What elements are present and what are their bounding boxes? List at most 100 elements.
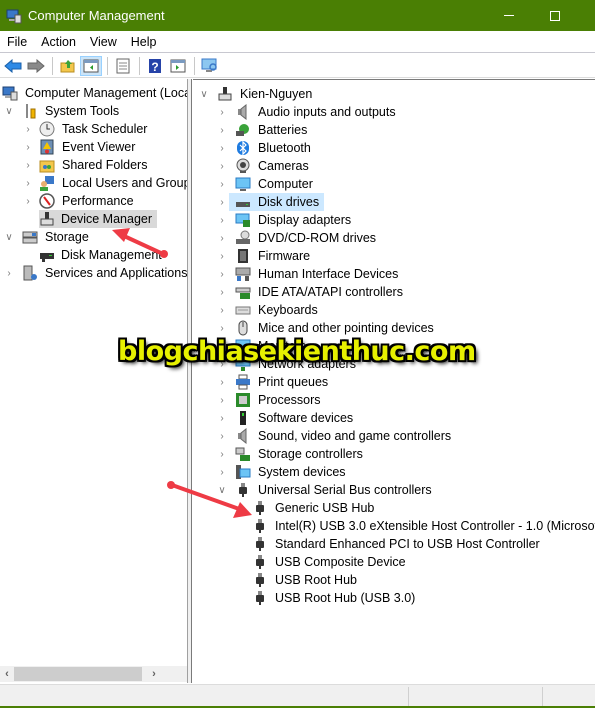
- keyboard-icon: [235, 302, 251, 318]
- chevron-right-icon[interactable]: ›: [215, 301, 229, 319]
- chevron-right-icon[interactable]: ›: [215, 193, 229, 211]
- forward-button[interactable]: [25, 56, 47, 76]
- chevron-down-icon[interactable]: ∨: [197, 85, 211, 103]
- tree-item-local-users-and-groups[interactable]: › Local Users and Groups: [21, 174, 187, 192]
- chevron-right-icon[interactable]: ›: [21, 120, 35, 138]
- device-category-storage-controllers[interactable]: › Storage controllers: [215, 445, 368, 463]
- device-category-keyboards[interactable]: › Keyboards: [215, 301, 323, 319]
- chevron-right-icon[interactable]: ›: [215, 175, 229, 193]
- chevron-right-icon[interactable]: ›: [215, 463, 229, 481]
- row-content: Display adapters: [229, 211, 356, 229]
- tree-item-shared-folders[interactable]: › Shared Folders: [21, 156, 149, 174]
- help-button[interactable]: ?: [144, 56, 166, 76]
- device-category-ide-ata-atapi-controllers[interactable]: › IDE ATA/ATAPI controllers: [215, 283, 408, 301]
- tree-item-system-tools[interactable]: ∨ System Tools: [2, 102, 121, 120]
- device-tree-root[interactable]: ∨ Kien-Nguyen: [197, 85, 317, 103]
- chevron-down-icon[interactable]: ∨: [2, 102, 16, 120]
- scroll-left-icon[interactable]: ‹: [0, 666, 14, 682]
- tree-item-disk-management[interactable]: Disk Management: [39, 246, 164, 264]
- tree-item-performance[interactable]: › Performance: [21, 192, 136, 210]
- chevron-right-icon[interactable]: ›: [215, 391, 229, 409]
- window-title: Computer Management: [28, 8, 165, 23]
- device-category-software-devices[interactable]: › Software devices: [215, 409, 358, 427]
- device-category-mice-and-other-pointing-devices[interactable]: › Mice and other pointing devices: [215, 319, 439, 337]
- device-category-firmware[interactable]: › Firmware: [215, 247, 315, 265]
- chevron-right-icon[interactable]: ›: [215, 283, 229, 301]
- chevron-right-icon[interactable]: ›: [215, 445, 229, 463]
- tree-item-label: Computer Management (Local: [25, 86, 188, 100]
- chevron-right-icon[interactable]: ›: [215, 157, 229, 175]
- pane-splitter[interactable]: [188, 79, 192, 683]
- chevron-right-icon[interactable]: ›: [2, 264, 16, 282]
- back-button[interactable]: [2, 56, 24, 76]
- device-category-audio-inputs-and-outputs[interactable]: › Audio inputs and outputs: [215, 103, 401, 121]
- scrollbar-thumb[interactable]: [14, 667, 142, 681]
- device-category-display-adapters[interactable]: › Display adapters: [215, 211, 356, 229]
- tree-item-label: Cameras: [258, 159, 309, 173]
- device-category-universal-serial-bus-controllers[interactable]: ∨ Universal Serial Bus controllers: [215, 481, 437, 499]
- usb-device-item[interactable]: USB Composite Device: [252, 553, 411, 571]
- usb-device-item[interactable]: Generic USB Hub: [252, 499, 379, 517]
- chevron-right-icon[interactable]: ›: [215, 319, 229, 337]
- device-category-bluetooth[interactable]: › Bluetooth: [215, 139, 316, 157]
- chevron-right-icon[interactable]: ›: [215, 427, 229, 445]
- maximize-button[interactable]: [532, 0, 578, 31]
- usb-device-item[interactable]: USB Root Hub (USB 3.0): [252, 589, 420, 607]
- chevron-down-icon[interactable]: ∨: [215, 481, 229, 499]
- chevron-right-icon[interactable]: ›: [215, 373, 229, 391]
- row-content: USB Root Hub: [252, 571, 362, 589]
- software-device-icon: [235, 410, 251, 426]
- chevron-right-icon[interactable]: ›: [21, 138, 35, 156]
- device-category-print-queues[interactable]: › Print queues: [215, 373, 333, 391]
- device-category-dvd-cd-rom-drives[interactable]: › DVD/CD-ROM drives: [215, 229, 381, 247]
- row-content: Audio inputs and outputs: [229, 103, 401, 121]
- chevron-right-icon[interactable]: ›: [215, 265, 229, 283]
- chevron-right-icon[interactable]: ›: [215, 211, 229, 229]
- menu-action[interactable]: Action: [34, 35, 83, 49]
- horizontal-scrollbar[interactable]: ‹ ›: [0, 666, 187, 682]
- tree-item-device-manager[interactable]: Device Manager: [39, 210, 158, 228]
- usb-device-item[interactable]: Intel(R) USB 3.0 eXtensible Host Control…: [252, 517, 595, 535]
- chevron-right-icon[interactable]: ›: [215, 247, 229, 265]
- chevron-right-icon[interactable]: ›: [215, 139, 229, 157]
- show-hide-action-pane-button[interactable]: [167, 56, 189, 76]
- up-one-level-button[interactable]: [57, 56, 79, 76]
- device-category-system-devices[interactable]: › System devices: [215, 463, 351, 481]
- device-category-cameras[interactable]: › Cameras: [215, 157, 314, 175]
- scroll-right-icon[interactable]: ›: [147, 666, 161, 682]
- device-category-computer[interactable]: › Computer: [215, 175, 318, 193]
- usb-device-item[interactable]: USB Root Hub: [252, 571, 362, 589]
- device-category-disk-drives[interactable]: › Disk drives: [215, 193, 325, 211]
- tree-item-task-scheduler[interactable]: › Task Scheduler: [21, 120, 149, 138]
- menu-file[interactable]: File: [0, 35, 34, 49]
- tree-item-computer-management[interactable]: Computer Management (Local: [2, 84, 188, 102]
- row-content: Intel(R) USB 3.0 eXtensible Host Control…: [252, 517, 595, 535]
- chevron-right-icon[interactable]: ›: [215, 409, 229, 427]
- tree-item-storage[interactable]: ∨ Storage: [2, 228, 91, 246]
- menu-help[interactable]: Help: [124, 35, 164, 49]
- chevron-right-icon[interactable]: ›: [21, 156, 35, 174]
- device-category-sound-video-and-game-controllers[interactable]: › Sound, video and game controllers: [215, 427, 456, 445]
- scan-hardware-button[interactable]: [199, 56, 221, 76]
- chevron-right-icon[interactable]: ›: [21, 174, 35, 192]
- show-hide-console-tree-icon: [83, 59, 99, 72]
- device-category-processors[interactable]: › Processors: [215, 391, 326, 409]
- chevron-right-icon[interactable]: ›: [215, 121, 229, 139]
- device-category-human-interface-devices[interactable]: › Human Interface Devices: [215, 265, 403, 283]
- chevron-right-icon[interactable]: ›: [215, 229, 229, 247]
- tree-item-services-and-applications[interactable]: › Services and Applications: [2, 264, 187, 282]
- chevron-right-icon[interactable]: ›: [215, 103, 229, 121]
- chevron-right-icon[interactable]: ›: [21, 192, 35, 210]
- monitor-icon: [235, 176, 251, 192]
- properties-button[interactable]: [112, 56, 134, 76]
- show-hide-console-tree-button[interactable]: [80, 55, 102, 76]
- tree-item-event-viewer[interactable]: › Event Viewer: [21, 138, 137, 156]
- minimize-button[interactable]: [486, 0, 532, 31]
- chevron-down-icon[interactable]: ∨: [2, 228, 16, 246]
- console-tree: Computer Management (Local ∨ System Tool…: [0, 79, 188, 683]
- menu-view[interactable]: View: [83, 35, 124, 49]
- usb-device-item[interactable]: Standard Enhanced PCI to USB Host Contro…: [252, 535, 545, 553]
- device-category-batteries[interactable]: › Batteries: [215, 121, 312, 139]
- tree-item-label: Generic USB Hub: [275, 501, 375, 515]
- scan-hardware-icon: [201, 58, 217, 72]
